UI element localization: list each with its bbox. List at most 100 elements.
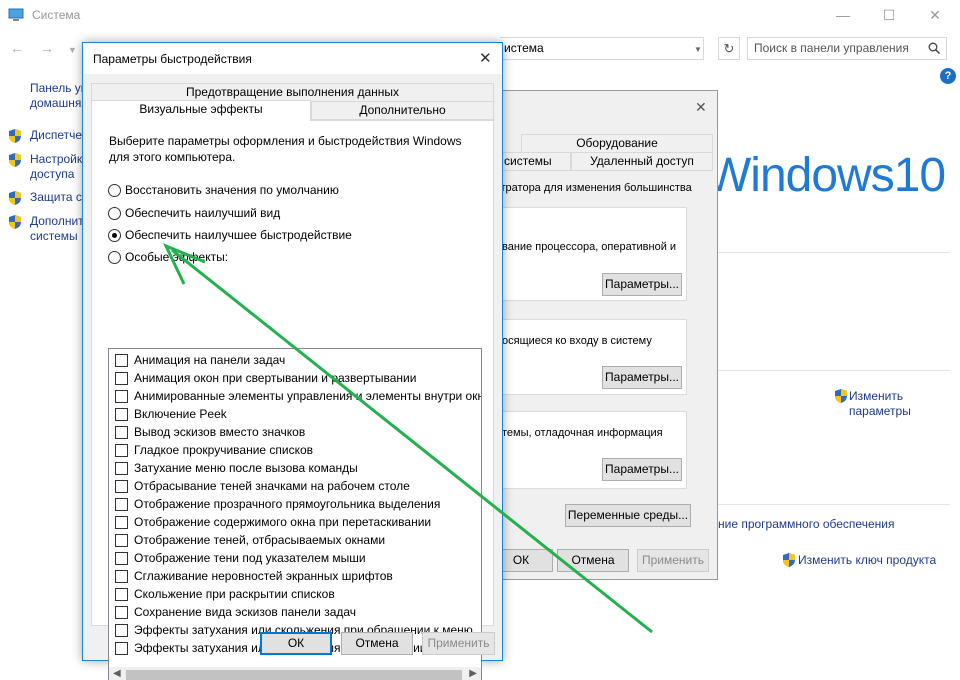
effect-checkbox[interactable] bbox=[115, 461, 128, 475]
effect-label: Отбрасывание теней значками на рабочем с… bbox=[134, 479, 410, 493]
effect-checkbox[interactable] bbox=[115, 389, 128, 403]
address-dropdown-icon[interactable]: ▼ bbox=[694, 45, 702, 54]
performance-titlebar: Параметры быстродействия ✕ bbox=[83, 43, 502, 74]
effect-item[interactable]: Отображение тени под указателем мыши bbox=[115, 550, 366, 566]
search-icon bbox=[928, 42, 940, 54]
effect-item[interactable]: Сглаживание неровностей экранных шрифтов bbox=[115, 568, 393, 584]
performance-settings-button[interactable]: Параметры... bbox=[602, 273, 682, 296]
sidebar-home-link[interactable]: Панель уп домашняя bbox=[30, 81, 86, 111]
performance-cancel-button[interactable]: Отмена bbox=[341, 632, 413, 655]
effect-checkbox[interactable] bbox=[115, 641, 128, 655]
radio-button[interactable] bbox=[108, 206, 121, 220]
effect-label: Затухание меню после вызова команды bbox=[134, 461, 358, 475]
environment-variables-button[interactable]: Переменные среды... bbox=[565, 504, 691, 527]
radio-best-appearance[interactable]: Обеспечить наилучший вид bbox=[108, 205, 280, 221]
tab-system-protection[interactable]: системы bbox=[501, 152, 571, 171]
effect-checkbox[interactable] bbox=[115, 425, 128, 439]
tab-visual-effects[interactable]: Визуальные эффекты bbox=[91, 100, 311, 121]
tab-advanced[interactable]: Дополнительно bbox=[311, 101, 494, 120]
effect-item[interactable]: Отображение теней, отбрасываемых окнами bbox=[115, 532, 385, 548]
horizontal-scrollbar[interactable]: ◀ ▶ bbox=[109, 667, 481, 680]
effect-item[interactable]: Скольжение при раскрытии списков bbox=[115, 586, 335, 602]
effect-checkbox[interactable] bbox=[115, 551, 128, 565]
tab-remote[interactable]: Удаленный доступ bbox=[571, 152, 713, 171]
close-icon[interactable]: ✕ bbox=[695, 99, 707, 116]
sysprop-apply-button[interactable]: Применить bbox=[637, 549, 709, 572]
effect-item[interactable]: Включение Peek bbox=[115, 406, 227, 422]
refresh-button[interactable]: ↻ bbox=[718, 37, 740, 60]
effect-label: Сглаживание неровностей экранных шрифтов bbox=[134, 569, 393, 583]
visual-effects-description: Выберите параметры оформления и быстроде… bbox=[109, 134, 462, 164]
effect-label: Отображение теней, отбрасываемых окнами bbox=[134, 533, 386, 547]
shield-icon bbox=[9, 215, 21, 229]
maximize-button[interactable]: ☐ bbox=[866, 0, 912, 31]
scroll-right-icon[interactable]: ▶ bbox=[469, 668, 477, 679]
effect-checkbox[interactable] bbox=[115, 479, 128, 493]
effect-checkbox[interactable] bbox=[115, 515, 128, 529]
shield-icon bbox=[835, 389, 847, 403]
effect-item[interactable]: Затухание меню после вызова команды bbox=[115, 460, 358, 476]
radio-button[interactable] bbox=[108, 183, 121, 197]
user-profiles-settings-button[interactable]: Параметры... bbox=[602, 366, 682, 389]
effect-checkbox[interactable] bbox=[115, 443, 128, 457]
divider bbox=[718, 370, 950, 371]
effect-item[interactable]: Отображение содержимого окна при перетас… bbox=[115, 514, 431, 530]
tab-label: Предотвращение выполнения данных bbox=[185, 85, 400, 99]
effect-item[interactable]: Вывод эскизов вместо значков bbox=[115, 424, 305, 440]
effect-checkbox[interactable] bbox=[115, 587, 128, 601]
sidebar-item-system-protection[interactable]: Защита си bbox=[30, 190, 86, 205]
effect-checkbox[interactable] bbox=[115, 533, 128, 547]
recent-chevron-icon[interactable]: ▼ bbox=[68, 45, 77, 55]
effect-item[interactable]: Отбрасывание теней значками на рабочем с… bbox=[115, 478, 410, 494]
radio-custom[interactable]: Особые эффекты: bbox=[108, 249, 228, 265]
effect-item[interactable]: Анимация окон при свертывании и разверты… bbox=[115, 370, 416, 386]
performance-options-dialog: Параметры быстродействия ✕ Предотвращени… bbox=[82, 42, 503, 680]
minimize-button[interactable]: — bbox=[820, 0, 866, 31]
effect-label: Гладкое прокручивание списков bbox=[134, 443, 314, 457]
back-arrow-icon[interactable]: ← bbox=[10, 40, 24, 56]
effect-checkbox[interactable] bbox=[115, 497, 128, 511]
effect-checkbox[interactable] bbox=[115, 569, 128, 583]
effect-item[interactable]: Сохранение вида эскизов панели задач bbox=[115, 604, 356, 620]
radio-label: Обеспечить наилучший вид bbox=[125, 206, 281, 220]
sidebar-item-device-manager[interactable]: Диспетчер bbox=[30, 128, 86, 143]
tab-label: Дополнительно bbox=[359, 103, 446, 117]
effect-item[interactable]: Гладкое прокручивание списков bbox=[115, 442, 313, 458]
performance-apply-button[interactable]: Применить bbox=[422, 632, 495, 655]
tab-hardware[interactable]: Оборудование bbox=[521, 134, 713, 153]
startup-recovery-settings-button[interactable]: Параметры... bbox=[602, 458, 682, 481]
scrollbar-thumb[interactable] bbox=[126, 670, 462, 680]
search-input[interactable]: Поиск в панели управления bbox=[747, 37, 947, 60]
effect-checkbox[interactable] bbox=[115, 407, 128, 421]
effect-label: Сохранение вида эскизов панели задач bbox=[134, 605, 357, 619]
effects-list[interactable]: Анимация на панели задач Анимация окон пр… bbox=[108, 348, 482, 680]
sysprop-cancel-button[interactable]: Отмена bbox=[557, 549, 629, 572]
change-product-key-link[interactable]: Изменить ключ продукта bbox=[798, 553, 936, 568]
radio-button[interactable] bbox=[108, 250, 121, 264]
effect-checkbox[interactable] bbox=[115, 605, 128, 619]
change-settings-link[interactable]: Изменить параметры bbox=[849, 389, 911, 419]
effect-checkbox[interactable] bbox=[115, 623, 128, 637]
address-bar[interactable]: истема bbox=[500, 37, 704, 60]
radio-restore-defaults[interactable]: Восстановить значения по умолчанию bbox=[108, 182, 339, 198]
scroll-left-icon[interactable]: ◀ bbox=[113, 668, 121, 679]
performance-group-text: вание процессора, оперативной и bbox=[502, 241, 677, 253]
visual-effects-panel: Выберите параметры оформления и быстроде… bbox=[91, 120, 494, 680]
effect-checkbox[interactable] bbox=[115, 371, 128, 385]
effect-checkbox[interactable] bbox=[115, 353, 128, 367]
close-icon[interactable]: ✕ bbox=[479, 49, 492, 67]
radio-best-performance[interactable]: Обеспечить наилучшее быстродействие bbox=[108, 227, 352, 243]
effect-item[interactable]: Анимированные элементы управления и элем… bbox=[115, 388, 481, 404]
radio-button[interactable] bbox=[108, 228, 121, 242]
software-license-link[interactable]: ние программного обеспечения bbox=[718, 517, 894, 532]
sidebar-item-advanced-settings[interactable]: Дополнит системы bbox=[30, 214, 86, 244]
forward-arrow-icon[interactable]: → bbox=[40, 40, 54, 56]
shield-icon bbox=[783, 553, 795, 567]
system-window-title: Система bbox=[32, 8, 81, 22]
help-icon[interactable]: ? bbox=[940, 68, 956, 84]
effect-item[interactable]: Отображение прозрачного прямоугольника в… bbox=[115, 496, 440, 512]
effect-item[interactable]: Анимация на панели задач bbox=[115, 352, 285, 368]
sidebar-item-remote-settings[interactable]: Настройк доступа bbox=[30, 152, 86, 182]
performance-ok-button[interactable]: ОК bbox=[260, 632, 332, 655]
close-button[interactable]: ✕ bbox=[912, 0, 958, 31]
